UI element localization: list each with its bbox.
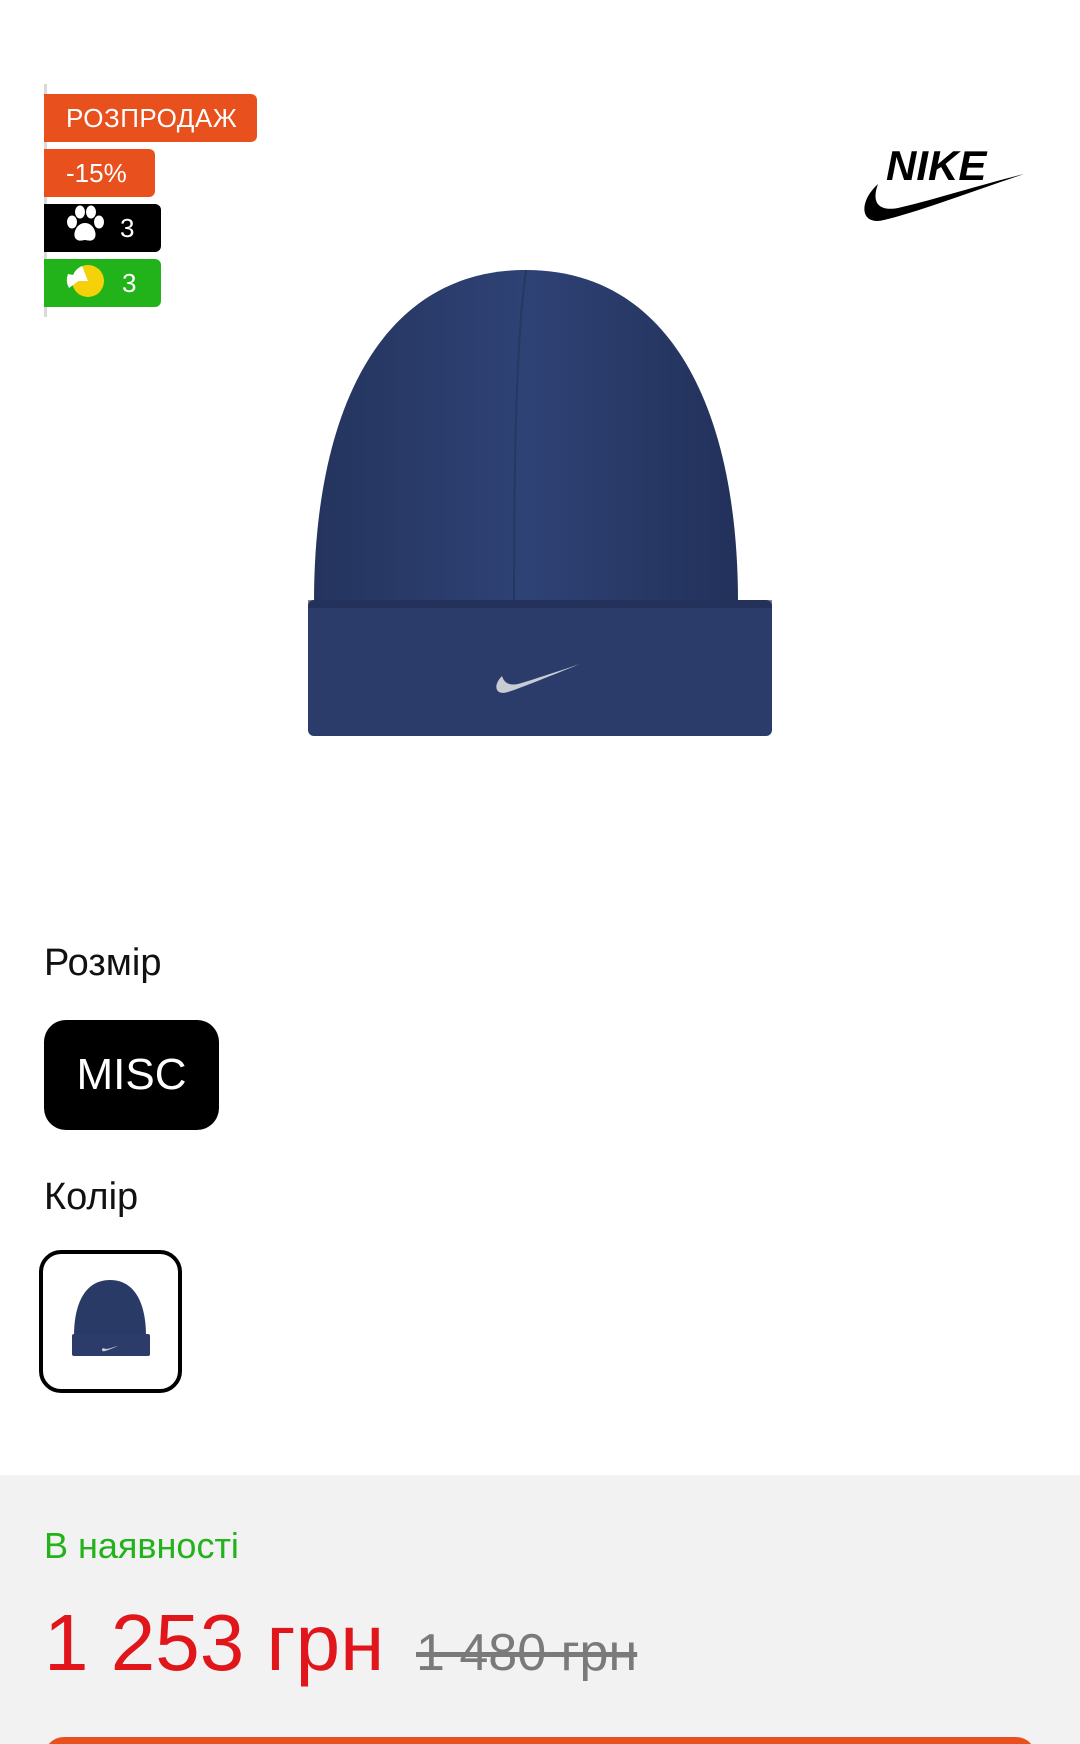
paws-badge: 3 (44, 204, 161, 252)
paws-count: 3 (120, 212, 135, 243)
discount-badge-label: -15% (66, 157, 127, 188)
current-price: 1 253 грн (44, 1598, 385, 1687)
purchase-panel: В наявності 1 253 грн 1 480 грн (0, 1475, 1080, 1744)
size-option-button[interactable]: MISC (44, 1020, 219, 1130)
navy-beanie-hat[interactable] (300, 262, 780, 747)
discount-badge: -15% (44, 149, 155, 197)
color-swatch-navy[interactable] (39, 1250, 182, 1393)
pie-chart-icon (64, 260, 108, 307)
color-label: Колір (44, 1176, 139, 1218)
navy-beanie-thumbnail (70, 1278, 152, 1365)
product-page: РОЗПРОДАЖ -15% 3 3 NIKE Розмір MISC Колі… (0, 0, 1080, 1744)
product-badges: РОЗПРОДАЖ -15% 3 3 (44, 84, 257, 317)
buy-button[interactable] (44, 1737, 1036, 1744)
nike-swoosh-logo[interactable]: NIKE (856, 140, 1026, 240)
pie-count: 3 (122, 267, 137, 298)
stock-status: В наявності (44, 1525, 239, 1566)
paw-icon (64, 205, 106, 252)
brand-logo-text: NIKE (886, 142, 988, 189)
pie-badge: 3 (44, 259, 161, 307)
size-option-label: MISC (76, 1050, 187, 1099)
sale-badge: РОЗПРОДАЖ (44, 94, 257, 142)
size-label: Розмір (44, 942, 162, 984)
sale-badge-label: РОЗПРОДАЖ (66, 102, 238, 133)
old-price: 1 480 грн (416, 1624, 638, 1682)
